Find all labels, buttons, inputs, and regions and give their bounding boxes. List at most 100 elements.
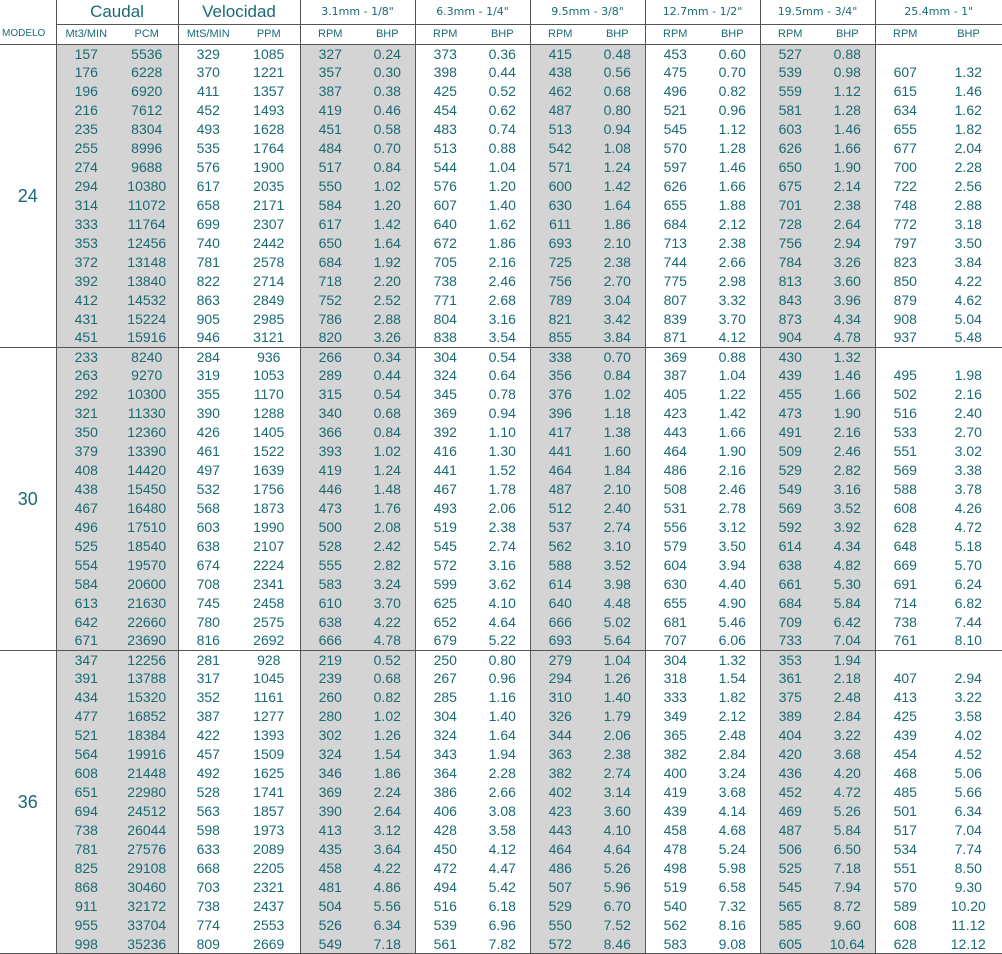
cell-bhp-3-1mm: 4.22 xyxy=(360,612,416,632)
cell-ppm: 1857 xyxy=(253,802,285,819)
cell-bhp-3-1mm: 0.38 xyxy=(360,81,416,101)
cell-bhp-12-7mm: 0.60 xyxy=(718,45,746,62)
cell-rpm-12-7mm: 382 xyxy=(644,744,706,764)
cell-rpm-25-4mm: 407 xyxy=(874,668,936,688)
cell-ppm: 2107 xyxy=(253,537,285,554)
cell-rpm-19-5mm: 709 xyxy=(759,612,821,632)
cell-bhp-12-7mm: 3.50 xyxy=(718,537,746,554)
cell-bhp-9-5mm: 1.40 xyxy=(590,687,646,707)
cell-mt3-min: 651 xyxy=(55,782,116,802)
group-header-row: Caudal Velocidad 3.1mm - 1/8" 6.3mm - 1/… xyxy=(0,0,1002,25)
cell-ppm: 1522 xyxy=(253,443,285,460)
cell-bhp-6-3mm: 6.18 xyxy=(488,897,516,914)
cell-rpm-3-1mm: 484 xyxy=(299,138,361,158)
cell-rpm-25-4mm: 413 xyxy=(874,687,936,707)
cell-rpm-25-4mm: 634 xyxy=(874,100,936,120)
cell-rpm-12-7mm: 655 xyxy=(644,195,706,215)
cell-bhp-12-7mm: 0.70 xyxy=(718,64,746,81)
cell-rpm-6-3mm: 607 xyxy=(414,195,476,215)
cell-bhp-12-7mm: 1.66 xyxy=(718,424,746,441)
cell-mts-min: 532 xyxy=(177,479,238,499)
cell-rpm-19-5mm: 559 xyxy=(759,81,821,101)
cell-bhp-6-3mm: 1.86 xyxy=(488,234,516,251)
cell-bhp-12-7mm: 4.90 xyxy=(718,594,746,611)
cell-bhp-25-4mm: 2.04 xyxy=(935,138,1002,158)
cell-rpm-19-5mm: 452 xyxy=(759,782,821,802)
table-row: 294 10380 617 2035 550 1.02 576 1.20 600 1.42 626 1… xyxy=(0,176,1002,196)
cell-mts-min: 452 xyxy=(177,100,238,120)
cell-bhp-19-5mm: 1.66 xyxy=(820,384,876,404)
cell-rpm-19-5mm: 509 xyxy=(759,441,821,461)
cell-bhp-25-4mm: 3.22 xyxy=(935,687,1002,707)
cell-rpm-3-1mm: 324 xyxy=(299,744,361,764)
cell-bhp-19-5mm: 4.34 xyxy=(820,309,876,329)
cell-bhp-9-5mm: 2.74 xyxy=(590,517,646,537)
cell-rpm-6-3mm: 450 xyxy=(414,839,476,859)
table-row: 274 9688 576 1900 517 0.84 544 1.04 571 1.24 597 1.… xyxy=(0,157,1002,177)
cell-rpm-9-5mm: 382 xyxy=(529,763,591,783)
cell-rpm-6-3mm: 472 xyxy=(414,858,476,878)
cell-bhp-12-7mm: 2.84 xyxy=(718,746,746,763)
cell-mt3-min: 233 xyxy=(55,347,116,366)
cell-bhp-6-3mm: 1.64 xyxy=(488,727,516,744)
cell-mt3-min: 738 xyxy=(55,820,116,840)
cell-bhp-25-4mm: 1.62 xyxy=(935,100,1002,120)
cell-mt3-min: 477 xyxy=(55,706,116,726)
cell-bhp-6-3mm: 1.20 xyxy=(488,178,516,195)
cell-mt3-min: 176 xyxy=(55,62,116,82)
cell-pcm: 12360 xyxy=(116,422,178,442)
cell-bhp-6-3mm: 1.30 xyxy=(488,443,516,460)
cell-mt3-min: 525 xyxy=(55,536,116,556)
cell-rpm-3-1mm: 340 xyxy=(299,403,361,423)
cell-bhp-12-7mm: 2.78 xyxy=(718,499,746,516)
table-row: 255 8996 535 1764 484 0.70 513 0.88 542 1.08 570 1.… xyxy=(0,138,1002,158)
cell-pcm: 11330 xyxy=(116,403,178,423)
cell-rpm-12-7mm: 531 xyxy=(644,498,706,518)
cell-mt3-min: 314 xyxy=(55,195,116,215)
cell-bhp-6-3mm: 1.40 xyxy=(488,196,516,213)
cell-rpm-6-3mm: 428 xyxy=(414,820,476,840)
cell-bhp-19-5mm: 4.20 xyxy=(820,763,876,783)
cell-rpm-9-5mm: 789 xyxy=(529,290,591,310)
cell-bhp-3-1mm: 0.58 xyxy=(360,119,416,139)
cell-mts-min: 905 xyxy=(177,309,238,329)
cell-pcm: 8304 xyxy=(116,119,178,139)
cell-rpm-3-1mm: 266 xyxy=(299,347,361,366)
cell-bhp-25-4mm: 4.22 xyxy=(935,271,1002,291)
cell-rpm-25-4mm: 908 xyxy=(874,309,936,329)
cell-bhp-6-3mm: 2.28 xyxy=(488,765,516,782)
cell-rpm-19-5mm: 469 xyxy=(759,801,821,821)
cell-rpm-6-3mm: 640 xyxy=(414,214,476,234)
cell-rpm-3-1mm: 390 xyxy=(299,801,361,821)
sub-header-ppm: PPM xyxy=(238,24,301,45)
cell-rpm-25-4mm: 495 xyxy=(874,365,936,385)
cell-bhp-9-5mm: 0.70 xyxy=(590,347,646,366)
cell-bhp-6-3mm: 5.42 xyxy=(488,878,516,895)
cell-bhp-9-5mm: 4.64 xyxy=(590,839,646,859)
cell-pcm: 21448 xyxy=(116,763,178,783)
cell-rpm-9-5mm: 630 xyxy=(529,195,591,215)
cell-bhp-9-5mm: 8.46 xyxy=(590,934,646,954)
cell-rpm-6-3mm: 519 xyxy=(414,517,476,537)
cell-rpm-3-1mm: 684 xyxy=(299,252,361,272)
cell-bhp-6-3mm: 5.22 xyxy=(475,631,531,651)
cell-rpm-25-4mm xyxy=(874,650,936,669)
cell-bhp-12-7mm: 1.22 xyxy=(718,386,746,403)
cell-rpm-12-7mm: 318 xyxy=(644,668,706,688)
cell-rpm-25-4mm: 588 xyxy=(874,479,936,499)
fan-performance-table: Caudal Velocidad 3.1mm - 1/8" 6.3mm - 1/… xyxy=(0,0,1002,954)
cell-bhp-6-3mm: 4.12 xyxy=(488,840,516,857)
cell-mts-min: 946 xyxy=(177,328,238,348)
cell-ppm: 1741 xyxy=(253,784,285,801)
cell-mts-min: 390 xyxy=(177,403,238,423)
cell-bhp-19-5mm: 10.64 xyxy=(820,934,876,954)
cell-bhp-3-1mm: 2.82 xyxy=(360,555,416,575)
cell-pcm: 5536 xyxy=(116,44,178,63)
cell-rpm-25-4mm xyxy=(874,44,936,63)
cell-mt3-min: 255 xyxy=(55,138,116,158)
cell-rpm-19-5mm: 581 xyxy=(759,100,821,120)
cell-mt3-min: 391 xyxy=(55,668,116,688)
cell-bhp-3-1mm: 1.02 xyxy=(360,706,416,726)
cell-rpm-3-1mm: 481 xyxy=(299,877,361,897)
cell-pcm: 29108 xyxy=(116,858,178,878)
